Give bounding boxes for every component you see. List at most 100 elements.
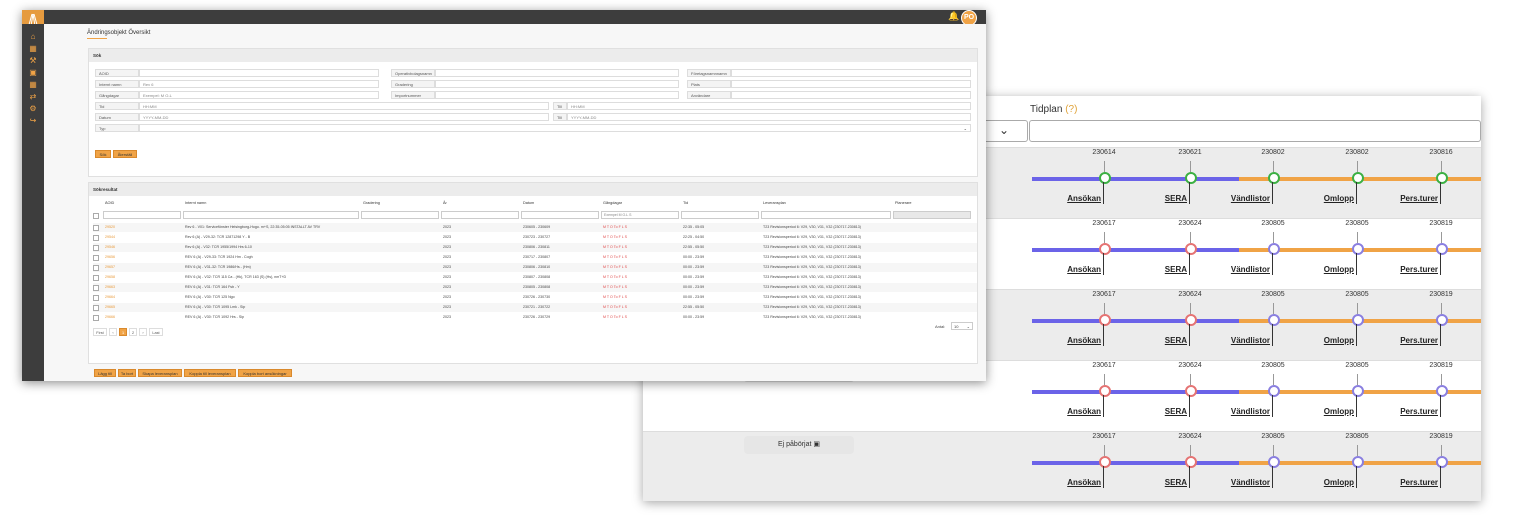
tid-input[interactable]: HH:MM: [139, 102, 549, 110]
milestone-node[interactable]: [1268, 456, 1280, 468]
row-checkbox[interactable]: [93, 275, 99, 281]
phase-label[interactable]: SERA: [1165, 182, 1190, 204]
action-button[interactable]: Koppla bort ansökningar: [238, 369, 292, 377]
tidplan-input[interactable]: [1029, 120, 1481, 142]
filter-name[interactable]: [183, 211, 359, 219]
phase-label[interactable]: Vändlistor: [1231, 466, 1273, 488]
phase-label[interactable]: Omlopp: [1324, 395, 1357, 417]
bell-icon[interactable]: 🔔: [948, 11, 959, 22]
page-button[interactable]: Last: [149, 328, 163, 336]
cell-id[interactable]: 29664: [105, 293, 115, 302]
milestone-node[interactable]: [1185, 243, 1197, 255]
table-row[interactable]: 29656 REV 6 (A) - V29-33: TCR 1924 Hm - C…: [93, 253, 977, 262]
milestone-node[interactable]: [1099, 243, 1111, 255]
home-icon[interactable]: ⌂: [28, 33, 38, 41]
importnummer-input[interactable]: [435, 91, 679, 99]
anvandare-input[interactable]: [731, 91, 971, 99]
milestone-node[interactable]: [1352, 314, 1364, 326]
gangdagar-input[interactable]: Exempel: M O-L: [139, 91, 379, 99]
page-button[interactable]: ›: [139, 328, 147, 336]
row-checkbox[interactable]: [93, 265, 99, 271]
milestone-node[interactable]: [1185, 172, 1197, 184]
table-row[interactable]: 29520 Rev 6 - V01: Servicefönster Helsing…: [93, 223, 977, 232]
filter-gradering[interactable]: [361, 211, 439, 219]
milestone-node[interactable]: [1099, 456, 1111, 468]
till2-input[interactable]: YYYY-MM-DD: [567, 113, 971, 121]
phase-label[interactable]: Omlopp: [1324, 253, 1357, 275]
aoid-input[interactable]: [139, 69, 379, 77]
phase-label[interactable]: Omlopp: [1324, 324, 1357, 346]
column-header[interactable]: År: [443, 201, 447, 205]
typ-select[interactable]: ⌄: [139, 124, 971, 132]
filter-plan[interactable]: [761, 211, 891, 219]
internal-name-input[interactable]: Rev 6: [139, 80, 379, 88]
action-button[interactable]: Lägg till: [94, 369, 116, 377]
column-header[interactable]: Tid: [683, 201, 688, 205]
phase-label[interactable]: Vändlistor: [1231, 395, 1273, 417]
wrench-icon[interactable]: ⚒: [28, 57, 38, 65]
filter-time[interactable]: [681, 211, 759, 219]
column-header[interactable]: Planerare: [895, 201, 911, 205]
row-checkbox[interactable]: [93, 315, 99, 321]
action-button[interactable]: Koppla till leveransplan: [184, 369, 236, 377]
phase-label[interactable]: Vändlistor: [1231, 182, 1273, 204]
phase-label[interactable]: Pers.turer: [1400, 253, 1441, 275]
phase-label[interactable]: Omlopp: [1324, 182, 1357, 204]
column-header[interactable]: Gångdagar: [603, 201, 622, 205]
phase-label[interactable]: Ansökan: [1067, 324, 1104, 346]
table-row[interactable]: 29664 REV 6 (A) - V30: TCR 125 Ngo 2023 230…: [93, 293, 977, 302]
phase-label[interactable]: Ansökan: [1067, 395, 1104, 417]
milestone-node[interactable]: [1099, 172, 1111, 184]
phase-label[interactable]: Pers.turer: [1400, 182, 1441, 204]
phase-label[interactable]: Pers.turer: [1400, 395, 1441, 417]
cell-id[interactable]: 29657: [105, 263, 115, 272]
milestone-node[interactable]: [1099, 314, 1111, 326]
phase-label[interactable]: SERA: [1165, 466, 1190, 488]
phase-label[interactable]: Vändlistor: [1231, 253, 1273, 275]
cell-id[interactable]: 29666: [105, 313, 115, 322]
page-button[interactable]: 2: [129, 328, 137, 336]
column-header[interactable]: Internt namn: [185, 201, 206, 205]
select-all-checkbox[interactable]: [93, 213, 99, 219]
operational-name-input[interactable]: [435, 69, 679, 77]
action-button[interactable]: Ta bort: [118, 369, 136, 377]
briefcase-icon[interactable]: ▣: [28, 69, 38, 77]
milestone-node[interactable]: [1436, 385, 1448, 397]
milestone-node[interactable]: [1436, 243, 1448, 255]
row-checkbox[interactable]: [93, 295, 99, 301]
phase-label[interactable]: Ansökan: [1067, 466, 1104, 488]
search-button[interactable]: Sök: [95, 150, 111, 158]
phase-label[interactable]: Ansökan: [1067, 253, 1104, 275]
filter-planner[interactable]: [893, 211, 971, 219]
cell-id[interactable]: 29544: [105, 233, 115, 242]
action-button[interactable]: Skapa leveransplan: [138, 369, 182, 377]
grid-icon[interactable]: ▦: [28, 45, 38, 53]
milestone-node[interactable]: [1436, 456, 1448, 468]
row-checkbox[interactable]: [93, 285, 99, 291]
phase-label[interactable]: SERA: [1165, 395, 1190, 417]
cell-id[interactable]: 29663: [105, 283, 115, 292]
column-header[interactable]: Leveransplan: [763, 201, 786, 205]
cell-id[interactable]: 29665: [105, 303, 115, 312]
milestone-node[interactable]: [1352, 456, 1364, 468]
milestone-node[interactable]: [1436, 172, 1448, 184]
phase-label[interactable]: Omlopp: [1324, 466, 1357, 488]
phase-label[interactable]: Pers.turer: [1400, 466, 1441, 488]
row-checkbox[interactable]: [93, 235, 99, 241]
datum-input[interactable]: YYYY-MM-DD: [139, 113, 549, 121]
milestone-node[interactable]: [1099, 385, 1111, 397]
logout-icon[interactable]: ↪: [28, 117, 38, 125]
phase-label[interactable]: Pers.turer: [1400, 324, 1441, 346]
row-checkbox[interactable]: [93, 305, 99, 311]
cell-id[interactable]: 29656: [105, 253, 115, 262]
milestone-node[interactable]: [1268, 172, 1280, 184]
filter-gangdagar[interactable]: Exempel M O-L S: [601, 211, 679, 219]
milestone-node[interactable]: [1352, 243, 1364, 255]
filter-year[interactable]: [441, 211, 519, 219]
filter-aoid[interactable]: [103, 211, 181, 219]
page-button[interactable]: First: [93, 328, 107, 336]
phase-label[interactable]: Vändlistor: [1231, 324, 1273, 346]
plats-input[interactable]: [731, 80, 971, 88]
arrows-icon[interactable]: ⇄: [28, 93, 38, 101]
milestone-node[interactable]: [1436, 314, 1448, 326]
